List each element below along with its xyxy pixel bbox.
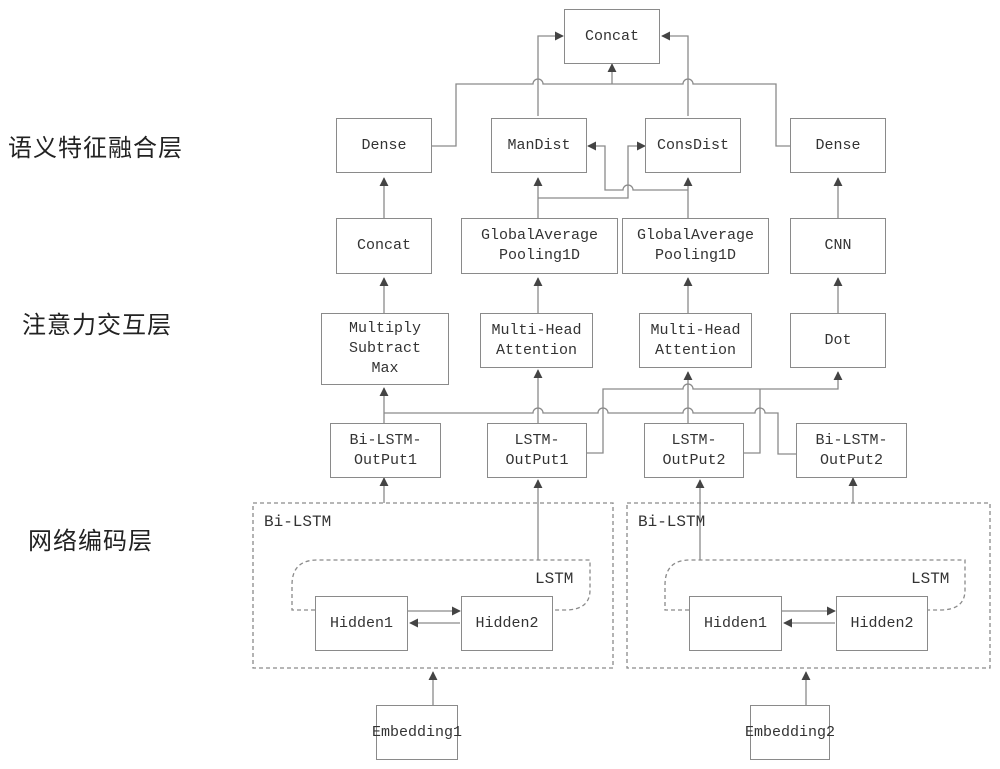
group-label-bilstm-right: Bi-LSTM <box>638 513 706 531</box>
node-bilstm-output-2[interactable]: Bi-LSTM- OutPut2 <box>796 423 907 478</box>
group-label-lstm-left: LSTM <box>535 570 574 588</box>
group-label-bilstm-left: Bi-LSTM <box>264 513 332 531</box>
node-embedding-2[interactable]: Embedding2 <box>745 705 835 760</box>
node-hidden2-right[interactable]: Hidden2 <box>836 596 928 651</box>
node-multiply-subtract-max[interactable]: Multiply Subtract Max <box>321 313 449 385</box>
node-dense-left[interactable]: Dense <box>336 118 432 173</box>
node-multi-head-attention-1[interactable]: Multi-Head Attention <box>480 313 593 368</box>
node-multi-head-attention-2[interactable]: Multi-Head Attention <box>639 313 752 368</box>
node-bilstm-output-1[interactable]: Bi-LSTM- OutPut1 <box>330 423 441 478</box>
node-hidden1-left[interactable]: Hidden1 <box>315 596 408 651</box>
node-hidden1-right[interactable]: Hidden1 <box>689 596 782 651</box>
layer-label-encoding: 网络编码层 <box>28 527 153 555</box>
node-embedding-1[interactable]: Embedding1 <box>372 705 462 760</box>
node-concat-top[interactable]: Concat <box>564 9 660 64</box>
node-lstm-output-1[interactable]: LSTM- OutPut1 <box>487 423 587 478</box>
node-global-avg-pooling-1[interactable]: GlobalAverage Pooling1D <box>461 218 618 274</box>
node-dot[interactable]: Dot <box>790 313 886 368</box>
connector-wires <box>252 31 991 705</box>
node-concat-left[interactable]: Concat <box>336 218 432 274</box>
group-label-lstm-right: LSTM <box>911 570 950 588</box>
node-lstm-output-2[interactable]: LSTM- OutPut2 <box>644 423 744 478</box>
node-hidden2-left[interactable]: Hidden2 <box>461 596 553 651</box>
layer-label-attention: 注意力交互层 <box>22 311 172 339</box>
node-global-avg-pooling-2[interactable]: GlobalAverage Pooling1D <box>622 218 769 274</box>
node-cnn[interactable]: CNN <box>790 218 886 274</box>
node-dense-right[interactable]: Dense <box>790 118 886 173</box>
node-consdist[interactable]: ConsDist <box>645 118 741 173</box>
node-mandist[interactable]: ManDist <box>491 118 587 173</box>
layer-label-fusion: 语义特征融合层 <box>8 134 183 162</box>
